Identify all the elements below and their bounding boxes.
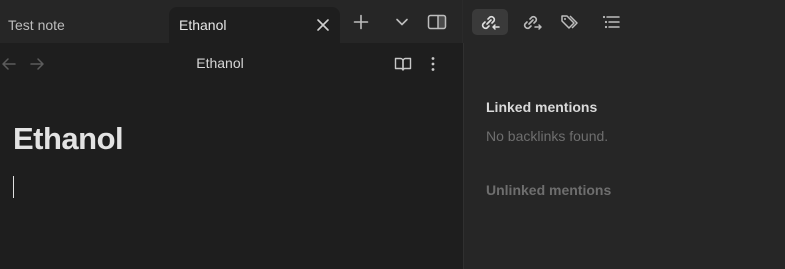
no-backlinks-message: No backlinks found. [486,128,609,144]
outgoing-links-icon[interactable] [517,9,547,35]
view-header-title[interactable]: Ethanol [0,55,440,71]
tags-icon[interactable] [556,9,586,35]
chevron-down-icon[interactable] [389,9,415,35]
linked-mentions-heading[interactable]: Linked mentions [486,99,597,115]
reading-view-icon[interactable] [393,54,413,74]
close-icon[interactable] [314,16,332,34]
tab-label: Test note [8,17,65,33]
note-title[interactable]: Ethanol [13,121,124,157]
backlinks-icon[interactable] [472,9,508,35]
outline-icon[interactable] [598,9,624,35]
tab-ethanol[interactable]: Ethanol [169,7,340,43]
pane-divider [462,0,463,43]
new-tab-icon[interactable] [348,9,374,35]
tab-bar: Test note Ethanol [0,0,785,43]
editor-pane[interactable]: Ethanol Ethanol [0,43,463,269]
more-options-icon[interactable] [423,54,443,74]
toggle-sidebar-icon[interactable] [424,9,450,35]
text-cursor [13,176,14,198]
tab-label: Ethanol [179,17,227,33]
app-window: Test note Ethanol Ethanol Ethanol Linked… [0,0,785,269]
unlinked-mentions-heading[interactable]: Unlinked mentions [486,182,611,198]
backlinks-pane: Linked mentions No backlinks found. Unli… [463,43,785,269]
tab-test-note[interactable]: Test note [0,7,165,43]
